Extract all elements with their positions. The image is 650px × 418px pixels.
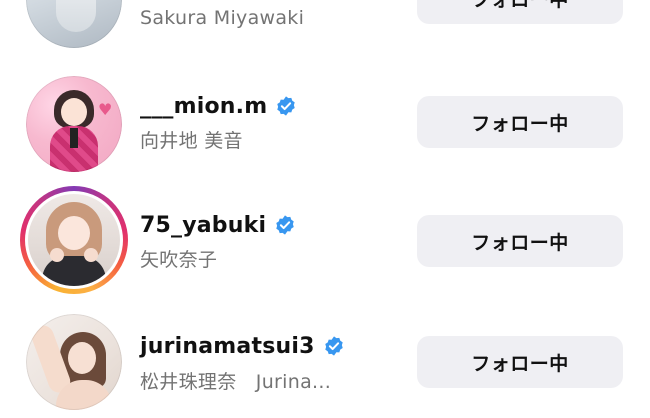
verified-badge-icon [276, 215, 294, 235]
avatar[interactable] [26, 314, 122, 410]
verified-badge-icon [277, 96, 296, 116]
avatar[interactable] [26, 0, 122, 48]
avatar-story-ring[interactable] [20, 186, 128, 294]
avatar[interactable]: ♥ [26, 76, 122, 172]
username[interactable]: jurinamatsui3 [140, 334, 315, 359]
full-name: Sakura Miyawaki [140, 7, 305, 29]
username-line: jurinamatsui3 [140, 331, 345, 361]
username-line: 75_yabuki [140, 210, 296, 240]
username[interactable]: 75_yabuki [140, 213, 266, 238]
follow-list-item[interactable]: jurinamatsui3 松井珠理奈 Jurina... フォロー中 [0, 300, 650, 418]
following-button[interactable]: フォロー中 [417, 96, 623, 148]
username[interactable]: ___mion.m [140, 94, 267, 119]
full-name: 矢吹奈子 [140, 249, 218, 271]
following-button[interactable]: フォロー中 [417, 336, 623, 388]
following-button[interactable]: フォロー中 [417, 0, 623, 24]
full-name: 松井珠理奈 Jurina... [140, 371, 332, 393]
username-line: ___mion.m [140, 91, 297, 121]
following-button[interactable]: フォロー中 [417, 215, 623, 267]
avatar-photo [28, 194, 120, 286]
verified-badge-icon [324, 336, 343, 356]
follow-list-item[interactable]: ♥ ___mion.m 向井地 美音 フォロー中 [0, 64, 650, 182]
full-name: 向井地 美音 [140, 130, 243, 152]
follow-list-item[interactable]: 75_yabuki 矢吹奈子 フォロー中 [0, 182, 650, 300]
